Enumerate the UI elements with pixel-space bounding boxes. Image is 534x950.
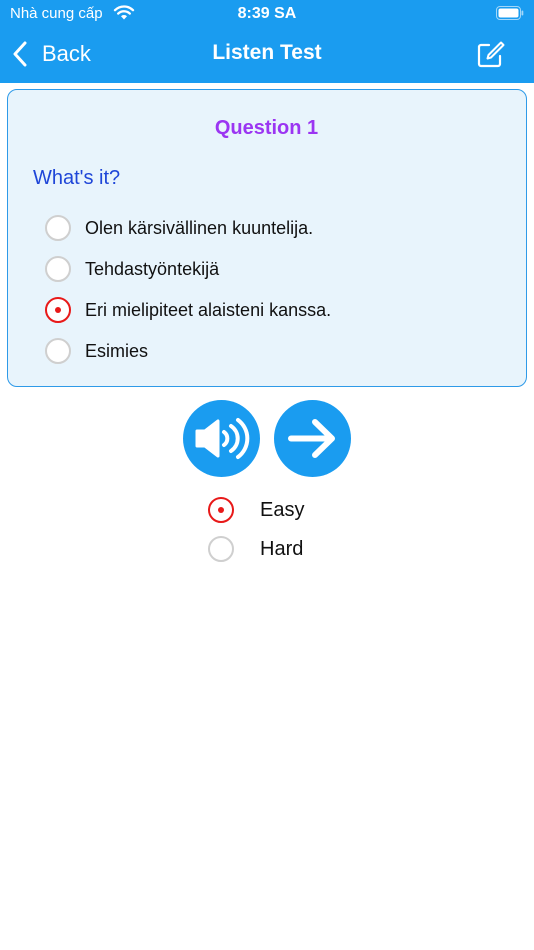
status-bar: Nhà cung cấp 8:39 SA: [0, 0, 534, 30]
speaker-icon: [195, 418, 250, 459]
next-question-button[interactable]: [274, 400, 351, 477]
nav-header: Nhà cung cấp 8:39 SA Back Listen Test: [0, 0, 534, 83]
question-prompt: What's it?: [33, 167, 121, 189]
answer-option-label: Olen kärsivällinen kuuntelija.: [85, 217, 314, 238]
difficulty-label: Easy: [260, 498, 305, 521]
answer-option[interactable]: Eri mielipiteet alaisteni kanssa.: [45, 296, 331, 324]
edit-icon[interactable]: [477, 40, 505, 68]
answer-option[interactable]: Esimies: [45, 337, 148, 365]
radio-button[interactable]: [208, 497, 234, 523]
difficulty-option-easy[interactable]: Easy: [208, 496, 304, 524]
answer-option[interactable]: Olen kärsivällinen kuuntelija.: [45, 214, 313, 242]
page-title: Listen Test: [212, 41, 322, 64]
answer-option-label: Tehdastyöntekijä: [85, 258, 220, 279]
radio-button[interactable]: [45, 338, 71, 364]
arrow-right-icon: [288, 419, 335, 458]
radio-button[interactable]: [45, 297, 71, 323]
question-card: Question 1 What's it? Olen kärsivällinen…: [7, 89, 527, 387]
difficulty-option-hard[interactable]: Hard: [208, 535, 303, 563]
answer-option-label: Eri mielipiteet alaisteni kanssa.: [85, 299, 332, 320]
difficulty-label: Hard: [260, 537, 304, 560]
battery-icon: [496, 6, 524, 20]
radio-button[interactable]: [45, 256, 71, 282]
radio-button[interactable]: [208, 536, 234, 562]
question-title: Question 1: [214, 117, 319, 139]
play-audio-button[interactable]: [183, 400, 260, 477]
answer-option[interactable]: Tehdastyöntekijä: [45, 255, 219, 283]
status-time: 8:39 SA: [237, 5, 297, 22]
answer-option-label: Esimies: [85, 340, 149, 361]
radio-button[interactable]: [45, 215, 71, 241]
